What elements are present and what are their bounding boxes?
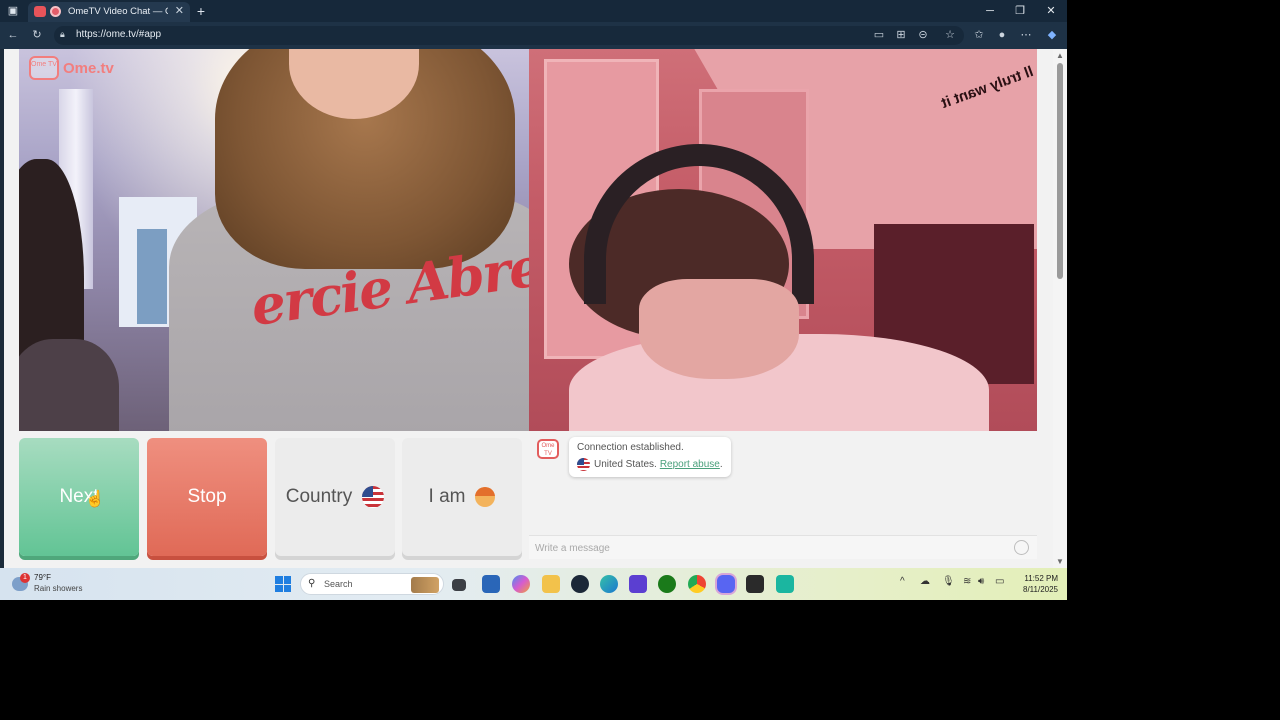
- emoji-icon[interactable]: [1014, 540, 1029, 555]
- video-person-left-shirt: [19, 339, 119, 431]
- browser-tab-bar: ▣ OmeTV Video Chat — Omegl ✕ + ─ ❐ ✕: [0, 0, 1067, 22]
- chat-app-icon[interactable]: [776, 575, 794, 593]
- minimize-icon[interactable]: ─: [975, 0, 1005, 22]
- url-text: https://ome.tv/#app: [76, 29, 162, 40]
- system-message-bubble: Connection established. United States. R…: [569, 437, 731, 477]
- audio-playing-icon[interactable]: [50, 6, 61, 17]
- tracking-icon[interactable]: ⊝: [914, 26, 932, 45]
- volume-icon[interactable]: 🔊︎: [978, 576, 984, 587]
- brand-text: Ome.tv: [63, 59, 114, 77]
- chrome-icon[interactable]: [688, 575, 706, 593]
- refresh-icon[interactable]: ↻: [28, 26, 46, 45]
- ometv-page: ercie Abre ll truly want it Ome TV Ome.t…: [4, 49, 1053, 568]
- self-video: ll truly want it: [529, 49, 1037, 431]
- tab-close-icon[interactable]: ✕: [175, 4, 184, 17]
- xbox-icon[interactable]: [658, 575, 676, 593]
- file-explorer-icon[interactable]: [542, 575, 560, 593]
- weather-condition: Rain showers: [34, 584, 83, 593]
- notification-badge: 1: [20, 573, 30, 583]
- scroll-down-icon[interactable]: ▼: [1056, 557, 1064, 566]
- url-field[interactable]: 🔒︎ https://ome.tv/#app: [54, 26, 964, 45]
- taskbar-search[interactable]: ⚲ Search: [300, 573, 444, 595]
- more-menu-icon[interactable]: ⋯: [1017, 26, 1035, 45]
- stop-label: Stop: [187, 486, 227, 507]
- video-door-window: [137, 229, 167, 324]
- windows-logo-cell: [283, 576, 291, 584]
- stranger-video: ercie Abre: [19, 49, 529, 431]
- country-label: Country: [285, 486, 353, 507]
- scroll-thumb[interactable]: [1057, 63, 1063, 279]
- hand-cursor-icon: ☝: [85, 491, 105, 508]
- tray-overflow-icon[interactable]: ^: [900, 576, 905, 587]
- windows-logo-cell: [283, 584, 291, 592]
- page-scrollbar[interactable]: ▲ ▼: [1053, 49, 1067, 568]
- restore-icon[interactable]: ❐: [1005, 0, 1035, 22]
- browser-tab[interactable]: OmeTV Video Chat — Omegl ✕: [28, 2, 190, 22]
- microphone-icon[interactable]: 🎙︎: [942, 576, 955, 587]
- message-input[interactable]: [535, 540, 995, 556]
- app-available-icon[interactable]: ⊞: [892, 26, 910, 45]
- edge-icon[interactable]: [600, 575, 618, 593]
- report-suffix: .: [719, 459, 723, 470]
- camera-permission-icon[interactable]: ▭: [870, 26, 888, 45]
- onedrive-icon[interactable]: ☁: [920, 576, 930, 587]
- i-am-label: I am: [428, 486, 466, 507]
- clock-time: 11:52 PM: [1024, 574, 1058, 583]
- clock-date: 8/11/2025: [1023, 585, 1058, 594]
- i-am-button[interactable]: I am: [402, 438, 522, 556]
- app-glasses-icon[interactable]: [746, 575, 764, 593]
- boy-emoji-icon: [475, 487, 496, 507]
- task-view-icon[interactable]: [452, 579, 466, 591]
- next-button[interactable]: Next: [19, 438, 139, 556]
- connection-status-text: Connection established.: [577, 442, 684, 453]
- copilot-icon[interactable]: ◆: [1043, 26, 1061, 45]
- store-icon[interactable]: [482, 575, 500, 593]
- new-tab-icon[interactable]: +: [192, 0, 210, 22]
- country-text: United States.: [594, 459, 657, 470]
- tv-logo-icon: Ome TV: [29, 56, 59, 80]
- ometv-avatar-icon: Ome TV: [537, 439, 559, 459]
- us-flag-icon: [577, 458, 590, 471]
- us-flag-icon: [362, 486, 385, 508]
- windows-logo-cell: [275, 584, 283, 592]
- profile-avatar-icon[interactable]: ●: [993, 26, 1011, 45]
- taskbar-clock[interactable]: 11:52 PM 8/11/2025: [1014, 573, 1058, 595]
- video-person-face: [639, 279, 799, 379]
- tab-title: OmeTV Video Chat — Omegl: [68, 6, 168, 17]
- app-icon[interactable]: [629, 575, 647, 593]
- start-button[interactable]: [275, 576, 291, 592]
- favorites-icon[interactable]: ✩: [970, 26, 988, 45]
- search-label: Search: [324, 579, 353, 589]
- sidebar-toggle-icon[interactable]: ▣: [4, 0, 22, 22]
- address-bar-row: ← ↻ 🔒︎ https://ome.tv/#app ▭ ⊞ ⊝ ☆ ✩ ● ⋯…: [0, 22, 1067, 49]
- steam-icon[interactable]: [571, 575, 589, 593]
- wifi-icon[interactable]: ≋: [963, 576, 971, 587]
- weather-temp: 79°F: [34, 573, 51, 582]
- discord-icon[interactable]: [717, 575, 735, 593]
- lock-icon[interactable]: 🔒︎: [60, 29, 65, 40]
- message-input-bar: [529, 535, 1037, 559]
- back-icon[interactable]: ←: [4, 26, 22, 45]
- scroll-up-icon[interactable]: ▲: [1056, 51, 1064, 60]
- ometv-logo[interactable]: Ome TV Ome.tv: [29, 56, 114, 80]
- desktop-screen: ▣ OmeTV Video Chat — Omegl ✕ + ─ ❐ ✕ ← ↻…: [0, 0, 1067, 600]
- search-highlight-icon: [411, 577, 439, 593]
- windows-taskbar: 1 79°F Rain showers ⚲ Search ^ ☁ 🎙︎ ≋ 🔊︎…: [0, 568, 1067, 600]
- windows-logo-cell: [275, 576, 283, 584]
- battery-icon[interactable]: ▭: [995, 576, 1004, 587]
- search-icon: ⚲: [308, 578, 316, 589]
- ometv-favicon-icon: [34, 6, 46, 17]
- country-button[interactable]: Country: [275, 438, 395, 556]
- favorite-star-icon[interactable]: ☆: [941, 26, 959, 45]
- stop-button[interactable]: Stop: [147, 438, 267, 556]
- copilot-app-icon[interactable]: [512, 575, 530, 593]
- report-abuse-link[interactable]: Report abuse: [660, 459, 720, 470]
- window-close-icon[interactable]: ✕: [1036, 0, 1066, 22]
